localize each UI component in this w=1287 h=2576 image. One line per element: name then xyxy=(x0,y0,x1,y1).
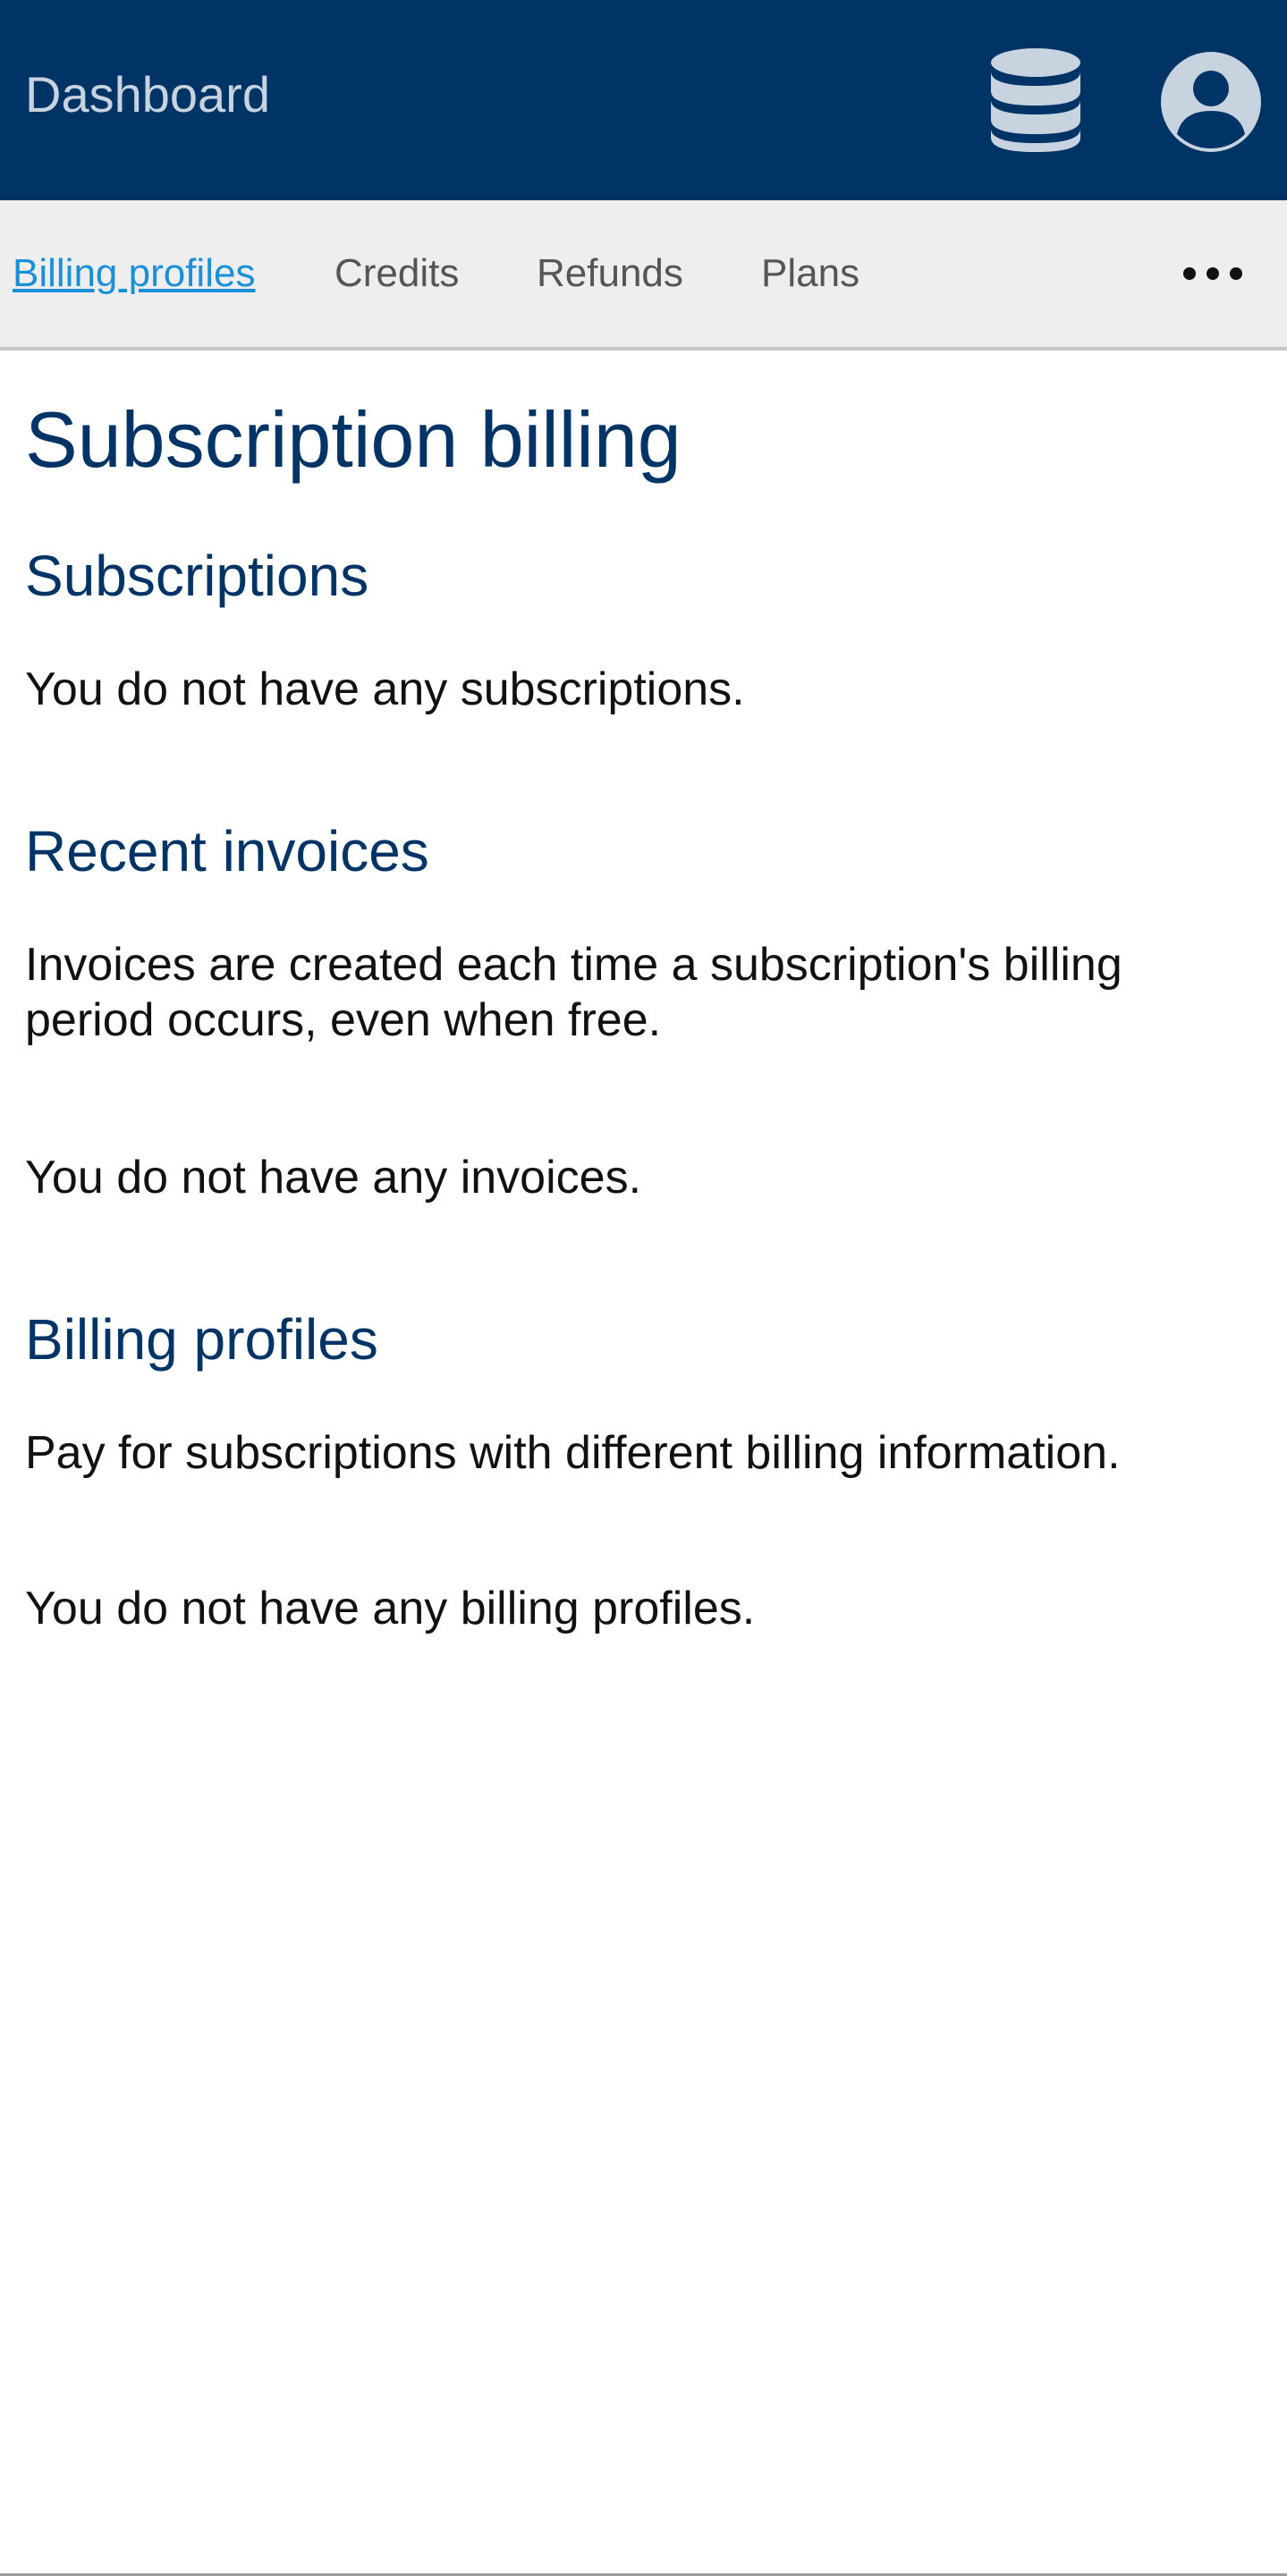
user-icon-graphic xyxy=(1161,52,1261,152)
recent-invoices-heading: Recent invoices xyxy=(25,819,429,883)
dashboard-link[interactable]: Dashboard xyxy=(25,66,270,123)
subnav-billing-profiles[interactable]: Billing profiles xyxy=(13,247,255,300)
ellipsis-icon[interactable] xyxy=(1177,247,1249,300)
billing-profiles-description: Pay for subscriptions with different bil… xyxy=(25,1427,1121,1479)
subscriptions-empty-text: You do not have any subscriptions. xyxy=(25,663,745,715)
subnav-credits[interactable]: Credits xyxy=(334,247,459,300)
billing-profiles-empty-text: You do not have any billing profiles. xyxy=(25,1583,756,1634)
page-title: Subscription billing xyxy=(25,395,682,484)
subnav-plans[interactable]: Plans xyxy=(761,247,859,300)
ellipsis-icon-graphic xyxy=(1183,267,1242,280)
top-navbar: Dashboard xyxy=(0,0,1287,200)
billing-profiles-heading: Billing profiles xyxy=(25,1307,378,1372)
subnav-refunds[interactable]: Refunds xyxy=(537,247,683,300)
subscriptions-heading: Subscriptions xyxy=(25,544,369,608)
invoices-empty-text: You do not have any invoices. xyxy=(25,1152,642,1204)
invoices-description: Invoices are created each time a subscri… xyxy=(25,939,1122,1046)
subnav: Billing profiles Credits Refunds Plans xyxy=(0,200,1287,351)
database-icon-graphic xyxy=(991,48,1080,152)
user-circle-icon[interactable] xyxy=(1156,46,1266,157)
database-icon[interactable] xyxy=(982,45,1089,156)
